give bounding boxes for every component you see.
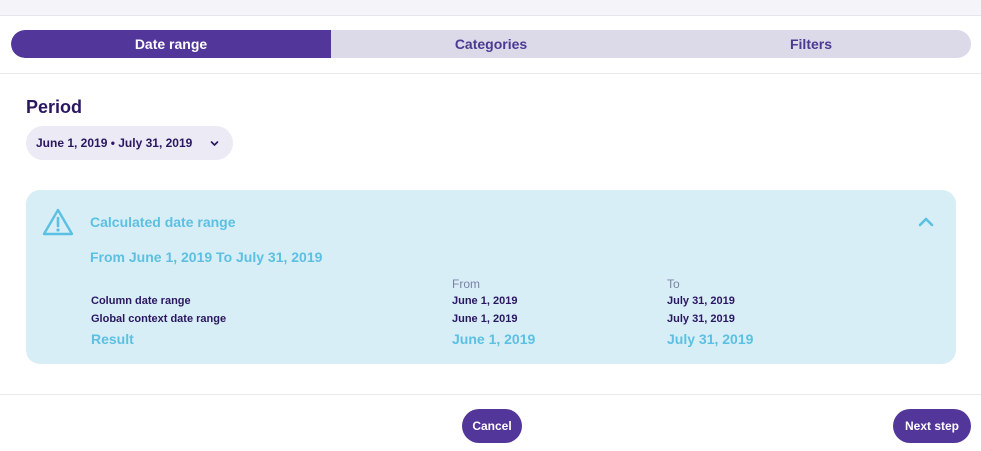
row-from-global-context: June 1, 2019 — [452, 313, 518, 325]
column-header-from: From — [452, 277, 480, 291]
row-from-column-date-range: June 1, 2019 — [452, 295, 518, 307]
calculated-date-range-panel: Calculated date range From June 1, 2019 … — [26, 190, 956, 364]
header-divider — [0, 73, 981, 74]
row-to-column-date-range: July 31, 2019 — [667, 295, 735, 307]
period-select[interactable]: June 1, 2019 • July 31, 2019 — [26, 126, 233, 160]
top-bar — [0, 0, 981, 16]
step-tabs: Date range Categories Filters — [11, 30, 971, 58]
column-header-to: To — [667, 277, 680, 291]
chevron-down-icon — [210, 137, 219, 151]
panel-title: Calculated date range — [90, 214, 236, 230]
footer-divider — [0, 394, 981, 395]
tab-filters[interactable]: Filters — [651, 30, 971, 58]
tab-date-range[interactable]: Date range — [11, 30, 331, 58]
row-label-column-date-range: Column date range — [91, 295, 191, 307]
chevron-up-icon[interactable] — [918, 215, 934, 233]
row-label-global-context: Global context date range — [91, 313, 227, 325]
next-step-button[interactable]: Next step — [893, 409, 971, 443]
period-title: Period — [26, 97, 83, 117]
cancel-button[interactable]: Cancel — [462, 409, 522, 443]
row-to-global-context: July 31, 2019 — [667, 313, 735, 325]
warning-triangle-icon — [41, 207, 75, 242]
tab-categories[interactable]: Categories — [331, 30, 651, 58]
result-to: July 31, 2019 — [667, 331, 754, 347]
panel-subtitle: From June 1, 2019 To July 31, 2019 — [90, 249, 323, 265]
result-from: June 1, 2019 — [452, 331, 536, 347]
result-label: Result — [91, 331, 134, 347]
period-select-value: June 1, 2019 • July 31, 2019 — [36, 136, 193, 150]
